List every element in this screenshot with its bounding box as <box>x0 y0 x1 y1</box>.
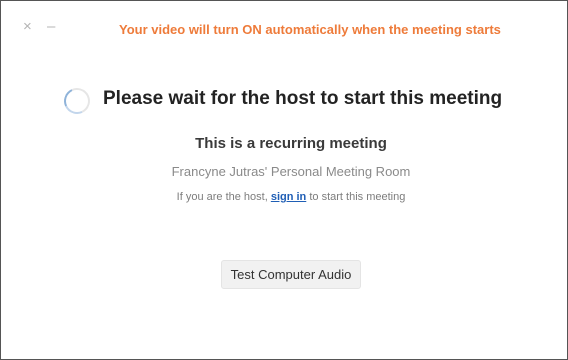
test-computer-audio-button[interactable]: Test Computer Audio <box>221 260 361 289</box>
loading-spinner-icon <box>60 84 94 118</box>
host-prefix-text: If you are the host, <box>176 191 271 203</box>
waiting-headline: Please wait for the host to start this m… <box>103 88 503 109</box>
waiting-room-window: × – Your video will turn ON automaticall… <box>0 0 568 360</box>
close-icon[interactable]: × <box>23 19 32 34</box>
host-suffix-text: to start this meeting <box>306 191 406 203</box>
host-sign-in-line: If you are the host, sign in to start th… <box>1 191 568 203</box>
recurring-meeting-label: This is a recurring meeting <box>195 135 387 152</box>
title-bar: × – Your video will turn ON automaticall… <box>1 1 567 41</box>
video-notice: Your video will turn ON automatically wh… <box>119 22 501 37</box>
meeting-room-name: Francyne Jutras' Personal Meeting Room <box>171 164 411 179</box>
minimize-icon[interactable]: – <box>47 19 55 34</box>
sign-in-link[interactable]: sign in <box>271 191 306 203</box>
